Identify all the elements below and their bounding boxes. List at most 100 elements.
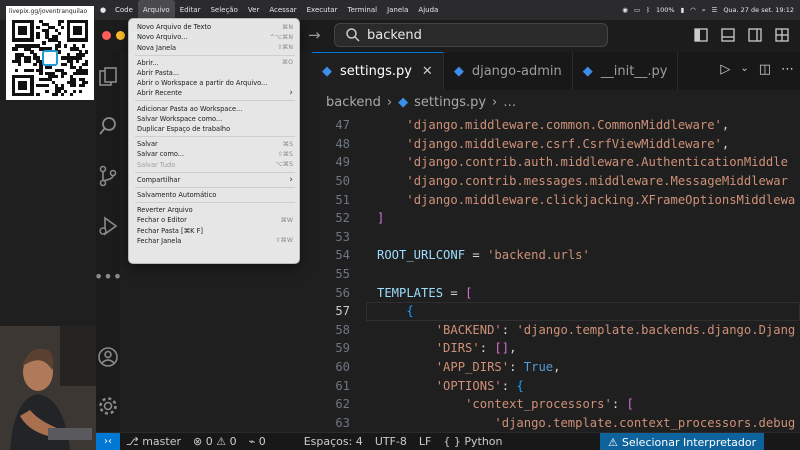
python-file-icon: ◆ [322, 64, 332, 79]
status-encoding[interactable]: UTF-8 [369, 435, 413, 448]
menu-terminal[interactable]: Terminal [342, 0, 382, 20]
file-menu-item[interactable]: Abrir Pasta... [129, 68, 301, 79]
status-language[interactable]: { } Python [437, 435, 508, 448]
bluetooth-icon[interactable]: ᛒ [646, 6, 650, 14]
file-menu-item[interactable]: Novo Arquivo de Texto ⌘N [129, 22, 301, 33]
file-menu-item: Salvar Tudo ⌥⌘S [129, 159, 301, 170]
file-menu-item[interactable]: Salvar como... ⇧⌘S [129, 149, 301, 160]
code-line[interactable]: 61 'OPTIONS': { [310, 376, 800, 395]
file-menu-item[interactable]: Abrir Recente › [129, 88, 301, 99]
split-editor-icon[interactable]: ◫ [759, 62, 771, 77]
code-editor[interactable]: 47 'django.middleware.common.CommonMiddl… [310, 116, 800, 432]
code-line[interactable]: 51 'django.middleware.clickjacking.XFram… [310, 190, 800, 209]
tab-init-py[interactable]: ◆ __init__.py [573, 52, 679, 90]
code-line[interactable]: 60 'APP_DIRS': True, [310, 358, 800, 377]
menu-arquivo[interactable]: Arquivo [137, 0, 175, 20]
run-python-icon[interactable]: ▷ [720, 62, 730, 77]
status-indentation[interactable]: Espaços: 4 [298, 435, 369, 448]
file-menu-item[interactable]: Compartilhar › [129, 175, 301, 186]
menu-code[interactable]: Code [110, 0, 138, 20]
code-line[interactable]: 57 { [310, 302, 800, 321]
status-eol[interactable]: LF [413, 435, 437, 448]
breadcrumb-folder[interactable]: backend [326, 95, 381, 110]
code-line[interactable]: 62 'context_processors': [ [310, 395, 800, 414]
apple-icon[interactable]: ● [96, 6, 110, 14]
code-line[interactable]: 50 'django.contrib.messages.middleware.M… [310, 172, 800, 191]
menu-ajuda[interactable]: Ajuda [413, 0, 443, 20]
file-menu-item[interactable]: Adicionar Pasta ao Workspace... [129, 103, 301, 114]
code-line[interactable]: 49 'django.contrib.auth.middleware.Authe… [310, 153, 800, 172]
toggle-primary-sidebar-icon[interactable] [694, 28, 708, 42]
editor-actions: ▷ ⌄ ◫ ⋯ [720, 62, 794, 77]
remote-indicator[interactable]: ›‹ [96, 432, 120, 450]
close-tab-icon[interactable]: ✕ [422, 64, 433, 79]
breadcrumb-file[interactable]: settings.py [414, 95, 486, 110]
status-problems[interactable]: ⊗ 0 ⚠ 0 [187, 435, 243, 448]
code-line[interactable]: 56 TEMPLATES = [ [310, 283, 800, 302]
activity-manage[interactable] [96, 395, 120, 417]
forward-arrow-icon[interactable]: → [308, 26, 321, 44]
file-menu-item[interactable]: Salvar Workspace como... [129, 114, 301, 125]
code-line[interactable]: 53 [310, 228, 800, 247]
code-line[interactable]: 58 'BACKEND': 'django.template.backends.… [310, 321, 800, 340]
activity-explorer[interactable] [96, 66, 120, 88]
tab-settings-py[interactable]: ◆ settings.py ✕ [312, 52, 444, 90]
toggle-secondary-sidebar-icon[interactable] [748, 28, 762, 42]
battery-icon[interactable]: ▮ [681, 6, 685, 14]
code-line[interactable]: 52] [310, 209, 800, 228]
menu-item-label: Compartilhar [137, 175, 181, 184]
status-ports[interactable]: ⌁ 0 [243, 435, 272, 448]
status-interpreter[interactable]: ⚠ Selecionar Interpretador [600, 433, 765, 450]
chevron-down-icon[interactable]: ⌄ [740, 62, 748, 77]
activity-source-control[interactable] [96, 165, 120, 187]
control-center-icon[interactable]: ☰ [711, 6, 717, 14]
breadcrumb-symbol[interactable]: … [503, 95, 516, 110]
menu-janela[interactable]: Janela [382, 0, 413, 20]
record-icon[interactable]: ◉ [622, 6, 628, 14]
file-menu-item[interactable]: Novo Arquivo... ^⌥⌘N [129, 32, 301, 43]
activity-search[interactable] [96, 115, 120, 137]
menu-executar[interactable]: Executar [302, 0, 343, 20]
command-center-search[interactable]: backend [334, 23, 608, 47]
code-line[interactable]: 55 [310, 265, 800, 284]
activity-accounts[interactable] [96, 346, 120, 368]
menu-item-label: Abrir Pasta... [137, 69, 180, 78]
more-views-icon[interactable]: ••• [94, 267, 122, 286]
menubar-clock[interactable]: Qua. 27 de set. 19:12 [723, 6, 794, 14]
line-number: 47 [335, 118, 350, 133]
code-line[interactable]: 63 'django.template.context_processors.d… [310, 414, 800, 432]
file-menu-item[interactable]: Reverter Arquivo [129, 205, 301, 216]
line-number: 48 [335, 136, 350, 151]
code-line[interactable]: 48 'django.middleware.csrf.CsrfViewMiddl… [310, 135, 800, 154]
menu-selecao[interactable]: Seleção [205, 0, 242, 20]
activity-run-debug[interactable] [96, 215, 120, 237]
file-menu-item[interactable]: Nova Janela ⇧⌘N [129, 42, 301, 53]
file-menu-item[interactable]: Fechar Janela ⇧⌘W [129, 236, 301, 247]
file-menu-item[interactable]: Salvar ⌘S [129, 139, 301, 150]
more-actions-icon[interactable]: ⋯ [781, 62, 794, 77]
spotlight-icon[interactable]: ⌕ [702, 6, 706, 15]
display-icon[interactable]: ▭ [634, 6, 640, 14]
tab-label: __init__.py [600, 63, 668, 79]
status-branch[interactable]: ⎇ master [120, 435, 187, 448]
tab-django-admin[interactable]: ◆ django-admin [444, 52, 573, 90]
menu-editar[interactable]: Editar [175, 0, 206, 20]
file-menu-item[interactable]: Fechar o Editor ⌘W [129, 215, 301, 226]
customize-layout-icon[interactable] [775, 28, 789, 42]
menu-ver[interactable]: Ver [243, 0, 264, 20]
code-line[interactable]: 54 ROOT_URLCONF = 'backend.urls' [310, 246, 800, 265]
wifi-icon[interactable]: ◠ [690, 6, 696, 14]
toggle-panel-icon[interactable] [721, 28, 735, 42]
code-line[interactable]: 47 'django.middleware.common.CommonMiddl… [310, 116, 800, 135]
menu-separator [135, 202, 295, 203]
file-menu-item[interactable]: Abrir o Workspace a partir do Arquivo... [129, 78, 301, 89]
file-menu-item[interactable]: Salvamento Automático [129, 190, 301, 201]
file-menu-item[interactable]: Duplicar Espaço de trabalho [129, 124, 301, 135]
minimize-window-button[interactable] [116, 31, 125, 40]
file-menu-dropdown: Novo Arquivo de Texto ⌘N Novo Arquivo... ^⌥… [128, 18, 300, 264]
close-window-button[interactable] [102, 31, 111, 40]
file-menu-item[interactable]: Abrir... ⌘O [129, 58, 301, 69]
menu-acessar[interactable]: Acessar [264, 0, 301, 20]
file-menu-item[interactable]: Fechar Pasta [⌘K F] [129, 225, 301, 236]
code-line[interactable]: 59 'DIRS': [], [310, 339, 800, 358]
